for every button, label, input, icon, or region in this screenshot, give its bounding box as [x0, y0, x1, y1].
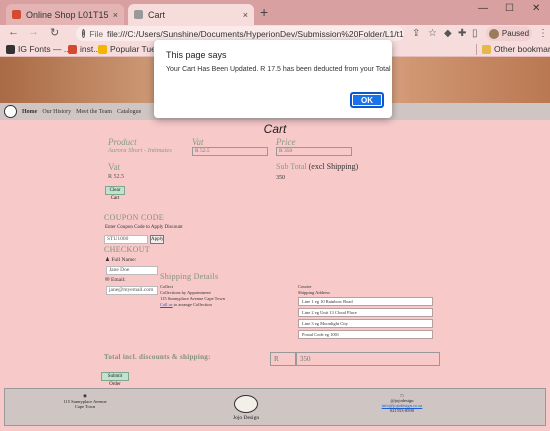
bookmark-favicon-icon	[6, 44, 15, 54]
footer-logo-icon	[234, 395, 258, 413]
profile-label: Paused	[501, 29, 530, 38]
vat2-value: R 52.5	[108, 174, 125, 180]
address-line2-field[interactable]: Line 2 eg Unit 13 Cloud Place	[298, 308, 433, 317]
footer-contact: □ @jojodesign info@jojodesign.co.za 0215…	[377, 393, 427, 413]
footer-brand: Jojo Design	[232, 415, 260, 421]
courier-sub: Shipping Address	[298, 290, 330, 295]
subtotal-label: Sub Total	[276, 162, 307, 171]
full-name-label: Full Name:	[111, 257, 137, 263]
alert-ok-button[interactable]: OK	[350, 92, 384, 108]
site-logo-icon[interactable]	[4, 105, 17, 118]
extension-icon[interactable]: ◆	[444, 28, 452, 39]
full-name-field[interactable]: Jane Doe	[106, 266, 158, 275]
bookmark-favicon-icon	[98, 44, 107, 54]
sidebar-icon[interactable]: ▯	[472, 28, 478, 39]
file-favicon-icon	[134, 10, 143, 19]
product-value: Aurora Short - Intimates	[108, 147, 172, 154]
address-line1-field[interactable]: Line 1 eg 10 Rainbow Road	[298, 297, 433, 306]
footer-address-line: Cape Town	[74, 404, 96, 409]
site-favicon-icon	[12, 10, 21, 19]
avatar	[488, 28, 499, 39]
call-us-link[interactable]: Call us	[160, 302, 173, 307]
url-text: file:///C:/Users/Sunshine/Documents/Hype…	[107, 28, 404, 39]
footer-address: ◉ 115 Sunnyplace Avenue Cape Town	[60, 393, 110, 409]
other-bookmarks-folder[interactable]: Other bookmarks	[482, 44, 550, 54]
price-field: R 350	[276, 147, 352, 156]
reload-button[interactable]: ↻	[50, 26, 59, 39]
tab-close-icon[interactable]: ×	[243, 10, 248, 20]
total-currency: R	[270, 352, 296, 366]
tab-title: Cart	[148, 9, 166, 20]
product-label: Product	[108, 137, 137, 147]
envelope-icon: ✉	[105, 277, 110, 283]
folder-icon	[482, 44, 491, 54]
apply-coupon-button[interactable]: Apply	[150, 235, 164, 244]
share-icon[interactable]: ⇪	[412, 28, 420, 39]
coupon-heading: COUPON CODE	[104, 213, 164, 222]
tab-cart[interactable]: Cart ×	[128, 4, 254, 25]
other-bookmarks-label: Other bookmarks	[494, 44, 550, 54]
new-tab-button[interactable]: +	[260, 4, 268, 20]
extensions-puzzle-icon[interactable]: ✚	[458, 28, 466, 39]
subtotal-row: Sub Total (excl Shipping)	[276, 162, 358, 171]
bookmarks-divider	[476, 44, 477, 55]
shipping-heading: Shipping Details	[160, 272, 219, 281]
subtotal-suffix: (excl Shipping)	[308, 162, 359, 171]
maximize-button[interactable]: ☐	[505, 3, 514, 14]
courier-block: Courier Shipping Address	[298, 284, 330, 296]
email-row: ✉ Email:	[105, 277, 126, 283]
total-label: Total incl. discounts & shipping:	[104, 353, 211, 361]
collect-call-line: Call us to arrange Collection	[160, 302, 225, 308]
coupon-hint: Enter Coupon Code to Apply Discount	[105, 225, 183, 230]
info-icon[interactable]: i	[82, 29, 86, 38]
bookmark-star-icon[interactable]: ☆	[428, 28, 437, 39]
address-line3-field[interactable]: Line 3 eg Moonlight City	[298, 319, 433, 328]
menu-kebab-icon[interactable]: ⋮	[538, 28, 548, 39]
email-field[interactable]: jane@myemail.com	[106, 286, 158, 295]
back-button[interactable]: ←	[8, 26, 19, 38]
submit-order-button[interactable]: Submit Order	[101, 372, 129, 387]
scheme-label: File	[89, 28, 104, 39]
footer-phone: 021553-8590	[390, 408, 414, 413]
user-icon: ♟	[105, 257, 110, 263]
full-name-row: ♟ Full Name:	[105, 257, 136, 263]
subtotal-value: 350	[276, 175, 285, 181]
nav-link-catalogue[interactable]: Catalogue	[117, 109, 141, 115]
postal-code-field[interactable]: Postal Code eg 1001	[298, 330, 433, 339]
tab-title: Online Shop L01T15	[26, 9, 109, 20]
alert-title: This page says	[166, 50, 227, 60]
nav-link-home[interactable]: Home	[22, 109, 37, 115]
bookmark-item[interactable]: inst...	[68, 44, 100, 54]
nav-link-history[interactable]: Our History	[42, 109, 71, 115]
minimize-button[interactable]: —	[478, 3, 488, 14]
collect-line: to arrange Collection	[173, 302, 212, 307]
checkout-heading: CHECKOUT	[104, 245, 150, 254]
url-field[interactable]: i File file:///C:/Users/Sunshine/Documen…	[76, 26, 404, 41]
tab-online-shop[interactable]: Online Shop L01T15 ×	[6, 4, 124, 25]
bookmark-favicon-icon	[68, 44, 77, 54]
site-footer: ◉ 115 Sunnyplace Avenue Cape Town Jojo D…	[4, 388, 546, 426]
total-value: 350	[296, 352, 440, 366]
tab-bar: Online Shop L01T15 × Cart × + — ☐ ✕	[0, 0, 550, 25]
bookmark-label: IG Fonts — ...	[18, 44, 71, 54]
close-window-button[interactable]: ✕	[532, 3, 540, 14]
alert-dialog: This page says Your Cart Has Been Update…	[154, 40, 392, 118]
alert-message: Your Cart Has Been Updated. R 17.5 has b…	[166, 66, 391, 73]
coupon-input[interactable]: STU1000	[104, 235, 148, 244]
vat2-label: Vat	[108, 162, 120, 172]
nav-link-team[interactable]: Meet the Team	[76, 109, 112, 115]
collect-block: Collect Collections by Appointment 115 S…	[160, 284, 225, 308]
clear-cart-button[interactable]: Clear Cart	[105, 186, 125, 201]
forward-button[interactable]: →	[28, 26, 39, 38]
vat-label: Vat	[192, 137, 204, 147]
price-label: Price	[276, 137, 296, 147]
page-title: Cart	[263, 122, 287, 136]
email-label: Email:	[110, 277, 126, 283]
tab-close-icon[interactable]: ×	[113, 10, 118, 20]
bookmark-item[interactable]: IG Fonts — ...	[6, 44, 71, 54]
vat-field: R 52.5	[192, 147, 268, 156]
profile-button[interactable]: Paused	[486, 26, 532, 41]
